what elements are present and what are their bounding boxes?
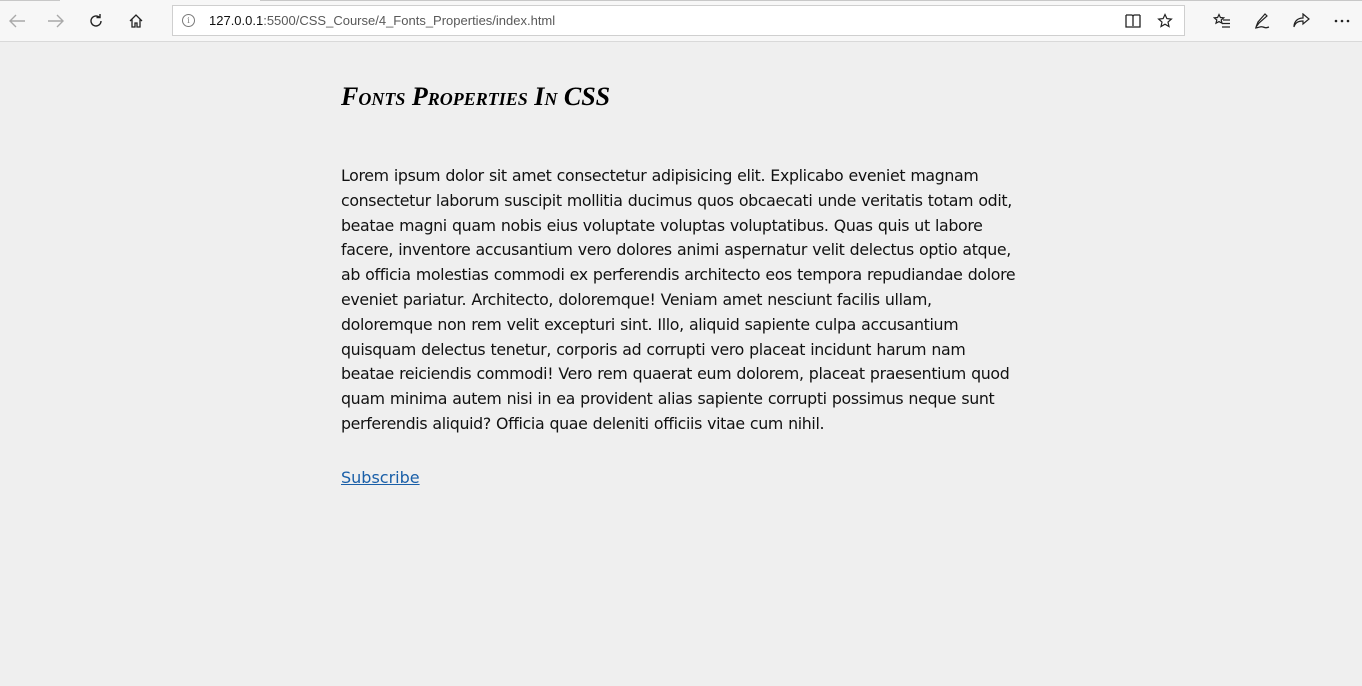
page-title: Fonts Properties In CSS	[341, 82, 611, 111]
home-icon[interactable]	[121, 6, 151, 36]
share-icon[interactable]	[1286, 6, 1316, 36]
reading-view-icon[interactable]	[1122, 10, 1144, 32]
url-host: 127.0.0.1	[209, 13, 264, 28]
star-icon[interactable]	[1154, 10, 1176, 32]
subscribe-link[interactable]: Subscribe	[341, 468, 420, 487]
active-tab-indicator	[60, 0, 260, 2]
info-icon[interactable]: i	[182, 14, 195, 27]
url-path: :5500/CSS_Course/4_Fonts_Properties/inde…	[263, 13, 556, 28]
browser-toolbar: i 127.0.0.1:5500/CSS_Course/4_Fonts_Prop…	[0, 0, 1362, 42]
favorites-list-icon[interactable]	[1207, 6, 1237, 36]
refresh-icon[interactable]	[81, 6, 111, 36]
back-arrow-icon[interactable]	[2, 6, 32, 36]
more-icon[interactable]	[1327, 6, 1357, 36]
url-text[interactable]: 127.0.0.1:5500/CSS_Course/4_Fonts_Proper…	[209, 13, 555, 28]
forward-arrow-icon[interactable]	[41, 6, 71, 36]
page-content: Fonts Properties In CSS Lorem ipsum dolo…	[341, 42, 1021, 487]
pen-icon[interactable]	[1247, 6, 1277, 36]
body-paragraph: Lorem ipsum dolor sit amet consectetur a…	[341, 166, 1016, 433]
address-bar[interactable]: i 127.0.0.1:5500/CSS_Course/4_Fonts_Prop…	[172, 5, 1185, 36]
